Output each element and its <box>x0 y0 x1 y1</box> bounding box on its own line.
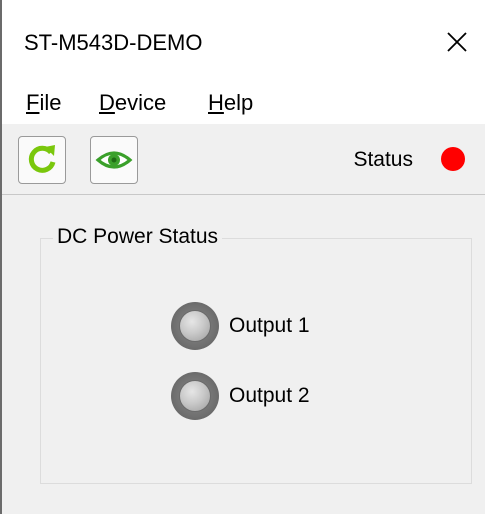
dc-power-group: DC Power Status Output 1 Output 2 <box>40 225 472 484</box>
output-2-label: Output 2 <box>229 384 310 407</box>
toolbar: Status <box>2 124 485 195</box>
menu-file-mnemonic: F <box>26 90 40 115</box>
refresh-icon <box>28 145 56 173</box>
title-bar[interactable]: ST-M543D-DEMO <box>2 0 485 84</box>
output-2-led <box>171 372 219 420</box>
status-label: Status <box>353 148 413 171</box>
close-icon <box>447 32 467 52</box>
refresh-button[interactable] <box>18 136 66 184</box>
status-indicator <box>441 147 465 171</box>
dc-power-group-title: DC Power Status <box>53 225 223 249</box>
menu-help[interactable]: Help <box>208 90 253 116</box>
close-button[interactable] <box>437 22 477 62</box>
menu-device-label: evice <box>114 90 167 115</box>
output-2-led-lens <box>179 380 211 412</box>
menu-help-label: elp <box>223 90 254 115</box>
view-button[interactable] <box>90 136 138 184</box>
output-2-row: Output 2 <box>171 371 310 421</box>
menu-file-label: ile <box>39 90 62 115</box>
output-1-led <box>171 302 219 350</box>
menu-help-mnemonic: H <box>208 90 224 115</box>
output-1-row: Output 1 <box>171 301 310 351</box>
window-title: ST-M543D-DEMO <box>24 30 203 55</box>
eye-icon <box>95 151 133 169</box>
output-1-led-lens <box>179 310 211 342</box>
menu-device-mnemonic: D <box>99 90 115 115</box>
menu-bar: File Device Help <box>2 84 485 124</box>
menu-device[interactable]: Device <box>99 90 166 116</box>
main-content: DC Power Status Output 1 Output 2 <box>2 195 485 514</box>
app-window: ST-M543D-DEMO File Device Help Status DC… <box>0 0 485 514</box>
menu-file[interactable]: File <box>26 90 61 116</box>
output-1-label: Output 1 <box>229 314 310 337</box>
